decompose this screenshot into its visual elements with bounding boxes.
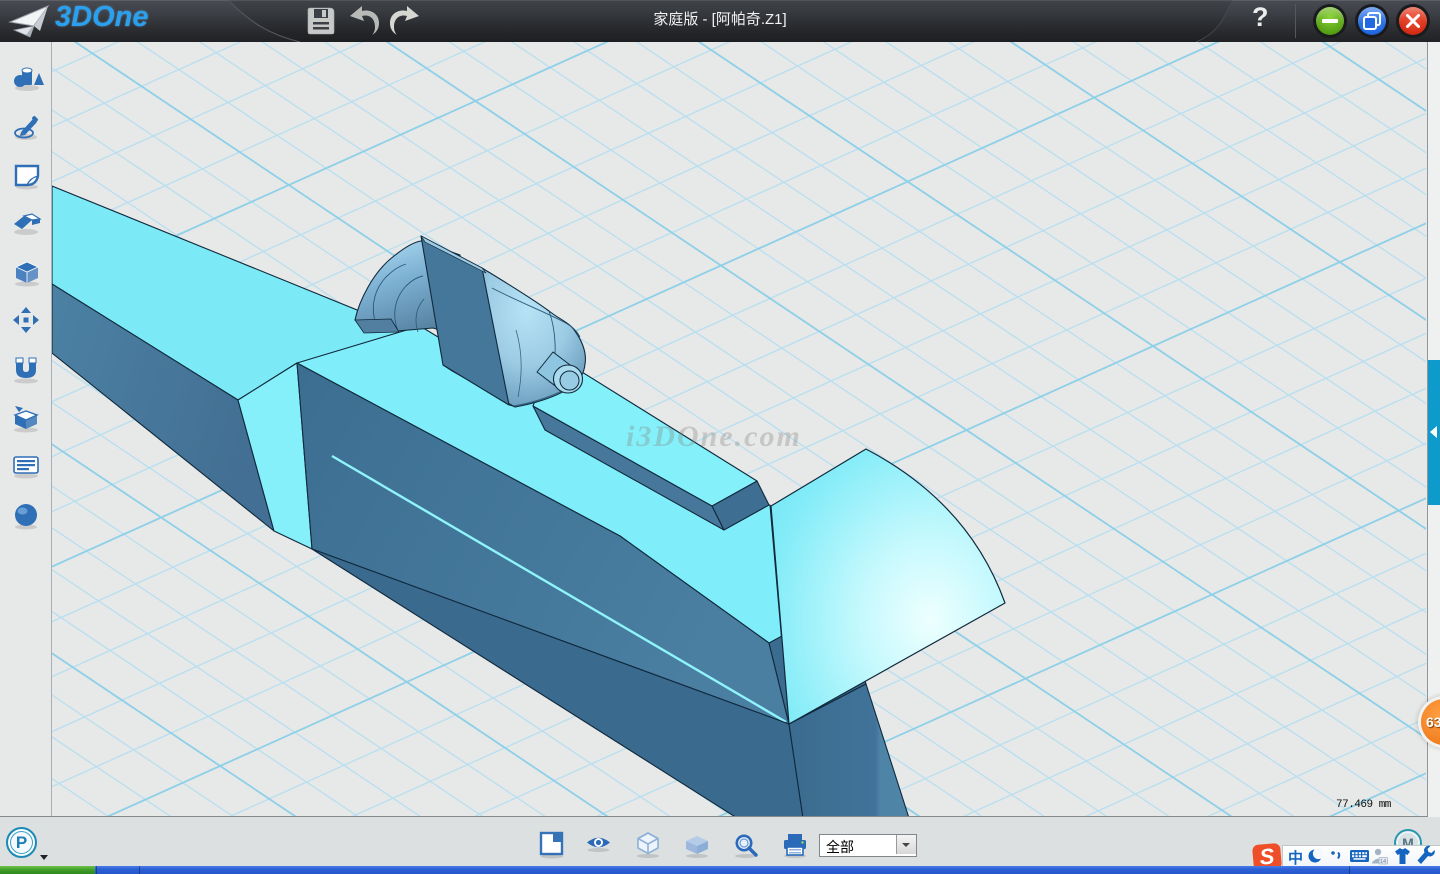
svg-text:14: 14 (1380, 859, 1386, 865)
